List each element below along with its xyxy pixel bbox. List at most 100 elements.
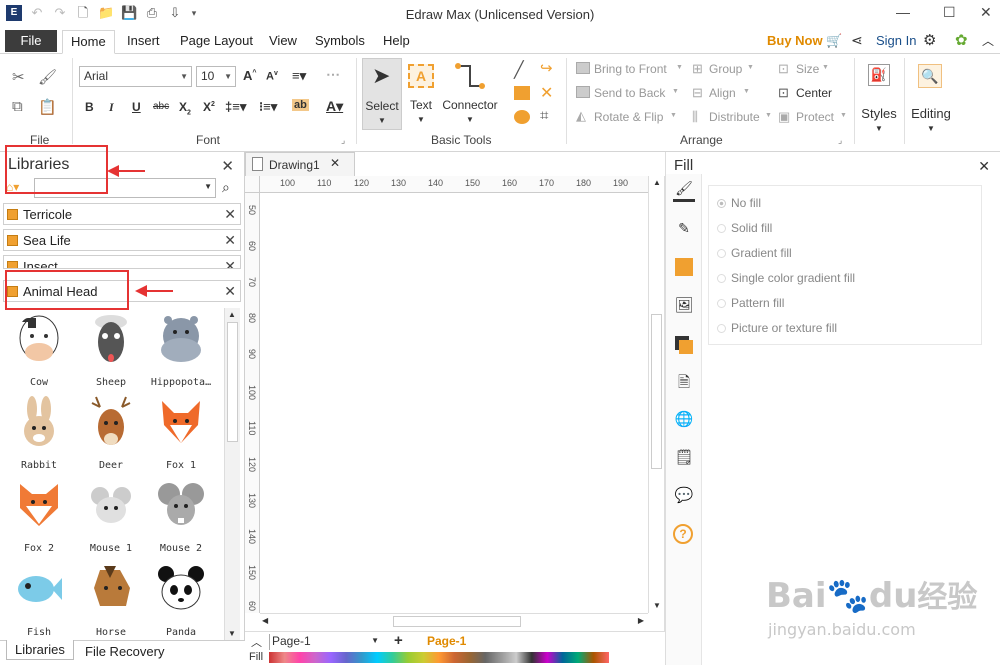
image-icon[interactable]: 🖼 [673, 296, 695, 318]
line-icon[interactable]: ╱ [514, 60, 524, 80]
scroll-thumb[interactable] [393, 616, 521, 627]
crop-icon[interactable]: ⌗ [540, 107, 548, 124]
color-swatches[interactable] [269, 652, 609, 663]
library-item-terricole[interactable]: Terricole ✕ [3, 203, 241, 225]
align-button[interactable]: Align [709, 86, 736, 100]
library-item-sea-life[interactable]: Sea Life ✕ [3, 229, 241, 251]
canvas-horizontal-scrollbar[interactable]: ◀ ▶ [260, 613, 648, 629]
grow-font-icon[interactable]: A^ [243, 68, 256, 83]
fill-option-gradient[interactable]: Gradient fill [717, 246, 792, 260]
connector-tool-button[interactable]: Connector ▼ [440, 58, 500, 130]
drawing-page[interactable] [260, 193, 648, 613]
library-item-insect[interactable]: Insect ✕ [3, 255, 241, 269]
cut-icon[interactable]: ✂ [12, 68, 25, 86]
distribute-button[interactable]: Distribute [709, 110, 760, 124]
scroll-down-icon[interactable]: ▼ [228, 629, 236, 638]
maximize-icon[interactable]: ☐ [943, 4, 956, 21]
editing-button[interactable]: 🔍 Editing ▼ [908, 60, 954, 133]
rectangle-icon[interactable] [514, 86, 530, 100]
document-tab[interactable]: Drawing1 ✕ [245, 152, 355, 176]
close-icon[interactable]: ✕ [224, 232, 236, 249]
comment-icon[interactable]: 💬 [673, 486, 695, 508]
italic-icon[interactable]: I [109, 100, 114, 115]
fill-icon[interactable]: 🖌 [673, 180, 695, 202]
arc-icon[interactable]: ↪ [540, 59, 553, 77]
bring-to-front-icon[interactable] [576, 62, 590, 74]
arrange-dialog-launcher-icon[interactable]: ⌟ [838, 135, 842, 146]
shape-fox-1[interactable]: Fox 1 [148, 395, 214, 471]
close-icon[interactable]: ✕ [224, 283, 236, 300]
close-window-icon[interactable]: ✕ [980, 4, 992, 21]
file-menu[interactable]: File [5, 30, 57, 52]
strikethrough-icon[interactable]: abc [153, 101, 169, 112]
superscript-icon[interactable]: X2 [203, 100, 215, 114]
rotate-flip-icon[interactable]: ◭ [576, 108, 586, 124]
shape-mouse-1[interactable]: Mouse 1 [78, 478, 144, 554]
tab-symbols[interactable]: Symbols [313, 30, 367, 54]
size-icon[interactable]: ⊡ [778, 61, 789, 77]
shape-horse[interactable]: Horse [78, 562, 144, 638]
close-icon[interactable]: ✕ [224, 206, 236, 223]
color-palette[interactable]: Fill [245, 651, 665, 665]
collapse-up-icon[interactable]: ︿ [251, 634, 262, 650]
canvas-vertical-scrollbar[interactable]: ▲ ▼ [648, 176, 664, 613]
tab-file-recovery[interactable]: File Recovery [85, 644, 164, 659]
bullets-icon[interactable]: ⁝≡▾ [259, 99, 277, 115]
shadow-icon[interactable] [675, 258, 693, 276]
group-button[interactable]: Group [709, 62, 742, 76]
scroll-right-icon[interactable]: ▶ [638, 616, 644, 625]
page-tab-1[interactable]: Page-1 [427, 634, 466, 648]
format-painter-icon[interactable]: 🖌 [38, 68, 57, 86]
shape-cow[interactable]: Cow [6, 312, 72, 388]
select-tool-button[interactable]: ➤ Select ▼ [362, 58, 402, 130]
tab-insert[interactable]: Insert [125, 30, 162, 54]
tab-home[interactable]: Home [62, 30, 115, 54]
highlight-icon[interactable]: ab [292, 99, 309, 111]
group-icon[interactable]: ⊞ [692, 61, 703, 77]
ellipse-icon[interactable] [514, 110, 530, 124]
font-family-select[interactable]: Arial ▼ [79, 66, 192, 87]
scroll-up-icon[interactable]: ▲ [653, 178, 661, 187]
rotate-flip-button[interactable]: Rotate & Flip [594, 110, 663, 124]
tab-page-layout[interactable]: Page Layout [178, 30, 255, 54]
ribbon-collapse-icon[interactable]: ︿ [982, 32, 994, 49]
cross-icon[interactable]: ✕ [540, 83, 553, 103]
share-icon[interactable]: ⋖ [851, 32, 863, 49]
tab-libraries[interactable]: Libraries [6, 640, 74, 660]
scroll-up-icon[interactable]: ▲ [228, 310, 236, 319]
settings-gear-icon[interactable]: ⚙ [923, 31, 936, 49]
buy-now-link[interactable]: Buy Now [767, 33, 823, 48]
center-icon[interactable]: ⊡ [778, 85, 789, 101]
cart-icon[interactable]: 🛒 [826, 33, 842, 49]
library-scrollbar[interactable]: ▲ ▼ [224, 308, 240, 640]
page-format-icon[interactable]: 🗎 [673, 372, 695, 394]
subscript-icon[interactable]: X2 [179, 100, 191, 116]
underline-icon[interactable]: U [132, 100, 141, 114]
align-icon[interactable]: ⊟ [692, 85, 703, 101]
copy-icon[interactable]: ⧉ [12, 98, 23, 115]
paste-icon[interactable]: 📋 [38, 98, 57, 116]
tab-view[interactable]: View [267, 30, 299, 54]
send-to-back-icon[interactable] [576, 86, 590, 98]
shape-rabbit[interactable]: Rabbit [6, 395, 72, 471]
styles-button[interactable]: ⛽ Styles ▼ [858, 60, 900, 133]
shape-sheep[interactable]: Sheep [78, 312, 144, 388]
font-dialog-launcher-icon[interactable]: ⌟ [341, 135, 345, 146]
scroll-thumb[interactable] [651, 314, 662, 469]
protect-button[interactable]: Protect [796, 110, 834, 124]
close-libraries-icon[interactable]: ✕ [221, 157, 234, 175]
send-to-back-button[interactable]: Send to Back [594, 86, 665, 100]
page-select[interactable]: Page-1 ▼ [269, 634, 381, 650]
sign-in-link[interactable]: Sign In [876, 33, 916, 48]
line-spacing-icon[interactable]: ‡≡▾ [225, 99, 246, 115]
line-style-icon[interactable]: ✎ [673, 220, 695, 242]
layer-icon[interactable] [673, 334, 695, 356]
shape-deer[interactable]: Deer [78, 395, 144, 471]
text-spacing-icon[interactable]: ⋯ [326, 66, 340, 83]
help-icon[interactable]: ? [673, 524, 693, 544]
add-page-icon[interactable]: + [394, 632, 403, 649]
shape-hippopotamus[interactable]: Hippopota… [148, 312, 214, 388]
size-button[interactable]: Size [796, 62, 819, 76]
distribute-icon[interactable]: ⫼ [692, 109, 698, 125]
align-text-icon[interactable]: ≡▾ [292, 68, 306, 84]
